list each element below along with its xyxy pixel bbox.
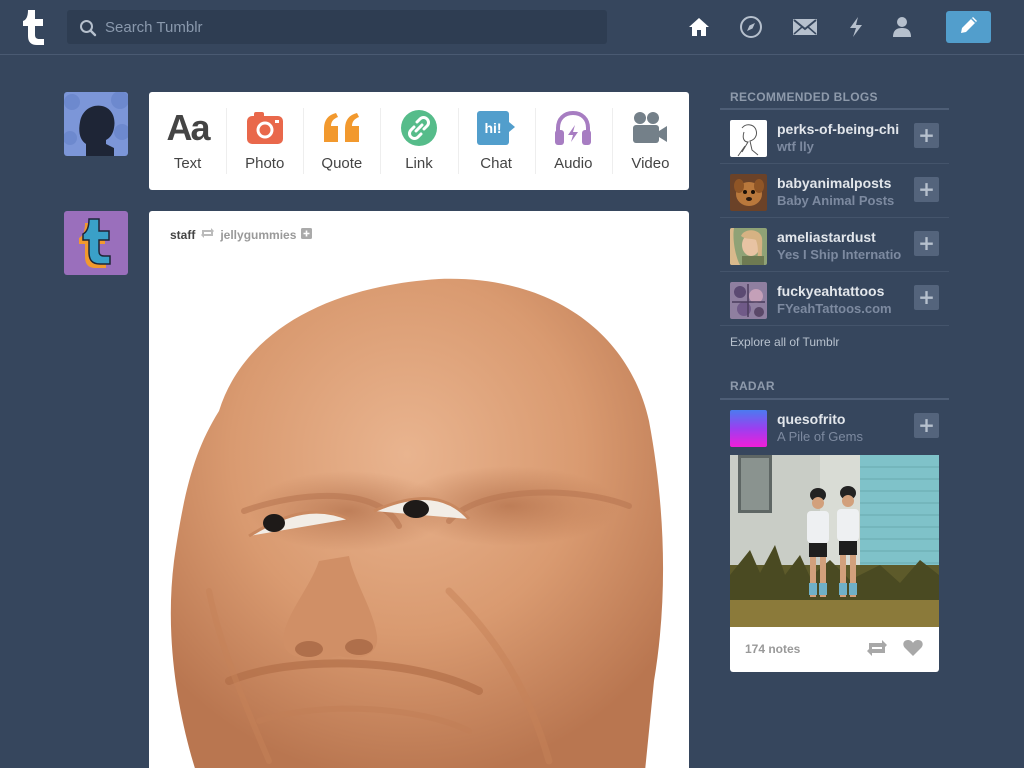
quote-icon (321, 110, 363, 146)
search-icon (79, 19, 97, 42)
post-type-label: Video (631, 155, 670, 172)
post-header: staff jellygummies (170, 227, 313, 242)
compose-post-button[interactable] (946, 11, 991, 43)
tumblr-logo-icon[interactable] (16, 7, 52, 47)
recommended-blog-row[interactable]: perks-of-being-chi wtf lly + (720, 110, 949, 164)
blog-avatar (730, 282, 767, 319)
account-person-icon[interactable] (889, 14, 915, 40)
chat-icon: hi! (476, 110, 516, 146)
post-type-selector: Aa Text Photo Quote Link hi! Chat Audio (149, 92, 689, 190)
recommended-blog-row[interactable]: fuckyeahtattoos FYeahTattoos.com + (720, 272, 949, 326)
camera-icon (246, 110, 284, 146)
blog-title: FYeahTattoos.com (777, 301, 892, 316)
blog-name: perks-of-being-chi (777, 121, 900, 137)
follow-button[interactable]: + (914, 231, 939, 256)
link-icon (400, 110, 437, 146)
post-type-label: Chat (480, 155, 512, 172)
post-author-link[interactable]: staff (170, 228, 195, 242)
post-type-photo[interactable]: Photo (226, 92, 303, 190)
reblog-icon[interactable] (866, 639, 888, 662)
follow-plus-icon[interactable] (301, 227, 313, 242)
post-photo-rubber-face[interactable] (149, 261, 689, 768)
search-bar (67, 10, 607, 44)
blog-title: Baby Animal Posts (777, 193, 895, 208)
post-type-label: Photo (245, 155, 285, 172)
svg-text:hi!: hi! (485, 120, 502, 136)
blog-avatar (730, 174, 767, 211)
recommended-blog-row[interactable]: babyanimalposts Baby Animal Posts + (720, 164, 949, 218)
top-navigation-bar (0, 0, 1024, 55)
blog-title: wtf lly (777, 139, 814, 154)
blog-name: babyanimalposts (777, 175, 892, 191)
radar-title: RADAR (730, 379, 775, 393)
explore-compass-icon[interactable] (738, 14, 764, 40)
post-author-avatar[interactable] (64, 211, 128, 275)
blog-name: fuckyeahtattoos (777, 283, 885, 299)
explore-all-link[interactable]: Explore all of Tumblr (730, 335, 839, 349)
pencil-icon (958, 14, 980, 41)
post-type-link[interactable]: Link (380, 92, 457, 190)
blog-title: A Pile of Gems (777, 429, 863, 444)
post-type-label: Text (173, 155, 202, 172)
video-camera-icon (631, 110, 669, 146)
note-count[interactable]: 174 notes (745, 642, 800, 656)
user-avatar[interactable] (64, 92, 128, 156)
blog-avatar (730, 228, 767, 265)
recommended-blog-row[interactable]: ameliastardust Yes I Ship Internatio + (720, 218, 949, 272)
reblog-icon (200, 227, 215, 242)
post-type-label: Link (405, 155, 433, 172)
home-icon[interactable] (686, 14, 712, 40)
follow-button[interactable]: + (914, 413, 939, 438)
recommended-blogs-title: RECOMMENDED BLOGS (730, 90, 878, 104)
blog-avatar (730, 120, 767, 157)
blog-title: Yes I Ship Internatio (777, 247, 902, 262)
messages-envelope-icon[interactable] (792, 14, 818, 40)
radar-photo[interactable] (730, 455, 939, 632)
blog-name: ameliastardust (777, 229, 876, 245)
headphones-icon (553, 110, 593, 146)
follow-button[interactable]: + (914, 285, 939, 310)
post-type-audio[interactable]: Audio (534, 92, 612, 190)
radar-post-card[interactable]: 174 notes (730, 455, 939, 672)
post-type-label: Audio (554, 155, 593, 172)
follow-button[interactable]: + (914, 177, 939, 202)
radar-blog-row[interactable]: quesofrito A Pile of Gems + (720, 400, 949, 454)
post-type-label: Quote (321, 155, 363, 172)
follow-button[interactable]: + (914, 123, 939, 148)
reblogged-from-link[interactable]: jellygummies (220, 228, 296, 242)
post-type-video[interactable]: Video (611, 92, 689, 190)
post-type-quote[interactable]: Quote (303, 92, 380, 190)
blog-avatar (730, 410, 767, 447)
like-heart-icon[interactable] (903, 639, 923, 662)
post-type-text[interactable]: Aa Text (149, 92, 226, 190)
search-input[interactable] (105, 10, 595, 44)
activity-lightning-icon[interactable] (843, 14, 869, 40)
post-type-chat[interactable]: hi! Chat (457, 92, 535, 190)
dashboard-post: staff jellygummies (149, 211, 689, 768)
blog-name: quesofrito (777, 411, 846, 427)
text-icon: Aa (166, 107, 211, 148)
